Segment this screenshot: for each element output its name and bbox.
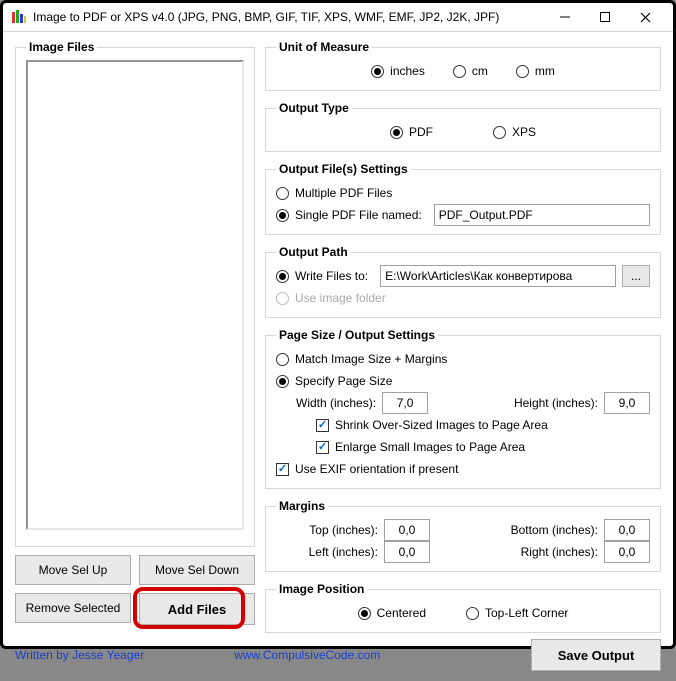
radio-cm[interactable]: cm	[453, 64, 488, 78]
minimize-button[interactable]	[545, 3, 585, 31]
output-type-group: Output Type PDF XPS	[265, 101, 661, 152]
output-path-input[interactable]: E:\Work\Articles\Как конвертирова	[380, 265, 616, 287]
output-files-legend: Output File(s) Settings	[276, 162, 411, 176]
top-label: Top (inches):	[296, 523, 378, 537]
radio-specify-page-size[interactable]: Specify Page Size	[276, 374, 392, 388]
left-label: Left (inches):	[296, 545, 378, 559]
move-sel-down-button[interactable]: Move Sel Down	[139, 555, 255, 585]
image-files-legend: Image Files	[26, 40, 97, 54]
output-type-legend: Output Type	[276, 101, 352, 115]
browse-button[interactable]: ...	[622, 265, 650, 287]
width-input[interactable]: 7,0	[382, 392, 428, 414]
radio-match-image-size[interactable]: Match Image Size + Margins	[276, 352, 447, 366]
width-label: Width (inches):	[296, 396, 376, 410]
output-files-group: Output File(s) Settings Multiple PDF Fil…	[265, 162, 661, 235]
margins-group: Margins Top (inches): 0,0 Bottom (inches…	[265, 499, 661, 572]
move-sel-up-button[interactable]: Move Sel Up	[15, 555, 131, 585]
radio-top-left[interactable]: Top-Left Corner	[466, 606, 568, 620]
top-input[interactable]: 0,0	[384, 519, 430, 541]
image-position-legend: Image Position	[276, 582, 367, 596]
radio-multiple-pdf[interactable]: Multiple PDF Files	[276, 186, 392, 200]
check-enlarge[interactable]: Enlarge Small Images to Page Area	[316, 440, 525, 454]
site-link[interactable]: www.CompulsiveCode.com	[234, 648, 380, 662]
height-input[interactable]: 9,0	[604, 392, 650, 414]
image-position-group: Image Position Centered Top-Left Corner	[265, 582, 661, 633]
remove-selected-button[interactable]: Remove Selected	[15, 593, 131, 623]
single-pdf-name-input[interactable]: PDF_Output.PDF	[434, 204, 650, 226]
window-title: Image to PDF or XPS v4.0 (JPG, PNG, BMP,…	[33, 10, 545, 24]
radio-xps[interactable]: XPS	[493, 125, 536, 139]
unit-legend: Unit of Measure	[276, 40, 372, 54]
radio-pdf[interactable]: PDF	[390, 125, 433, 139]
author-link[interactable]: Written by Jesse Yeager	[15, 648, 144, 662]
save-output-button[interactable]: Save Output	[531, 639, 661, 671]
titlebar: Image to PDF or XPS v4.0 (JPG, PNG, BMP,…	[3, 3, 673, 32]
margins-legend: Margins	[276, 499, 328, 513]
unit-of-measure-group: Unit of Measure inches cm mm	[265, 40, 661, 91]
check-shrink[interactable]: Shrink Over-Sized Images to Page Area	[316, 418, 548, 432]
close-button[interactable]	[625, 3, 665, 31]
image-files-listbox[interactable]	[26, 60, 244, 530]
radio-use-image-folder[interactable]: Use image folder	[276, 291, 386, 305]
height-label: Height (inches):	[514, 396, 598, 410]
radio-mm[interactable]: mm	[516, 64, 555, 78]
bottom-input[interactable]: 0,0	[604, 519, 650, 541]
radio-inches[interactable]: inches	[371, 64, 425, 78]
output-path-group: Output Path Write Files to: E:\Work\Arti…	[265, 245, 661, 318]
left-input[interactable]: 0,0	[384, 541, 430, 563]
right-input[interactable]: 0,0	[604, 541, 650, 563]
page-size-legend: Page Size / Output Settings	[276, 328, 438, 342]
output-path-legend: Output Path	[276, 245, 351, 259]
radio-single-pdf[interactable]: Single PDF File named:	[276, 208, 422, 222]
radio-write-files-to[interactable]: Write Files to:	[276, 269, 368, 283]
image-files-group: Image Files	[15, 40, 255, 547]
page-size-group: Page Size / Output Settings Match Image …	[265, 328, 661, 489]
check-exif[interactable]: Use EXIF orientation if present	[276, 462, 458, 476]
add-files-button[interactable]: Add Files	[139, 593, 255, 625]
bottom-label: Bottom (inches):	[511, 523, 598, 537]
radio-centered[interactable]: Centered	[358, 606, 426, 620]
maximize-button[interactable]	[585, 3, 625, 31]
right-label: Right (inches):	[521, 545, 598, 559]
app-icon	[11, 9, 27, 25]
